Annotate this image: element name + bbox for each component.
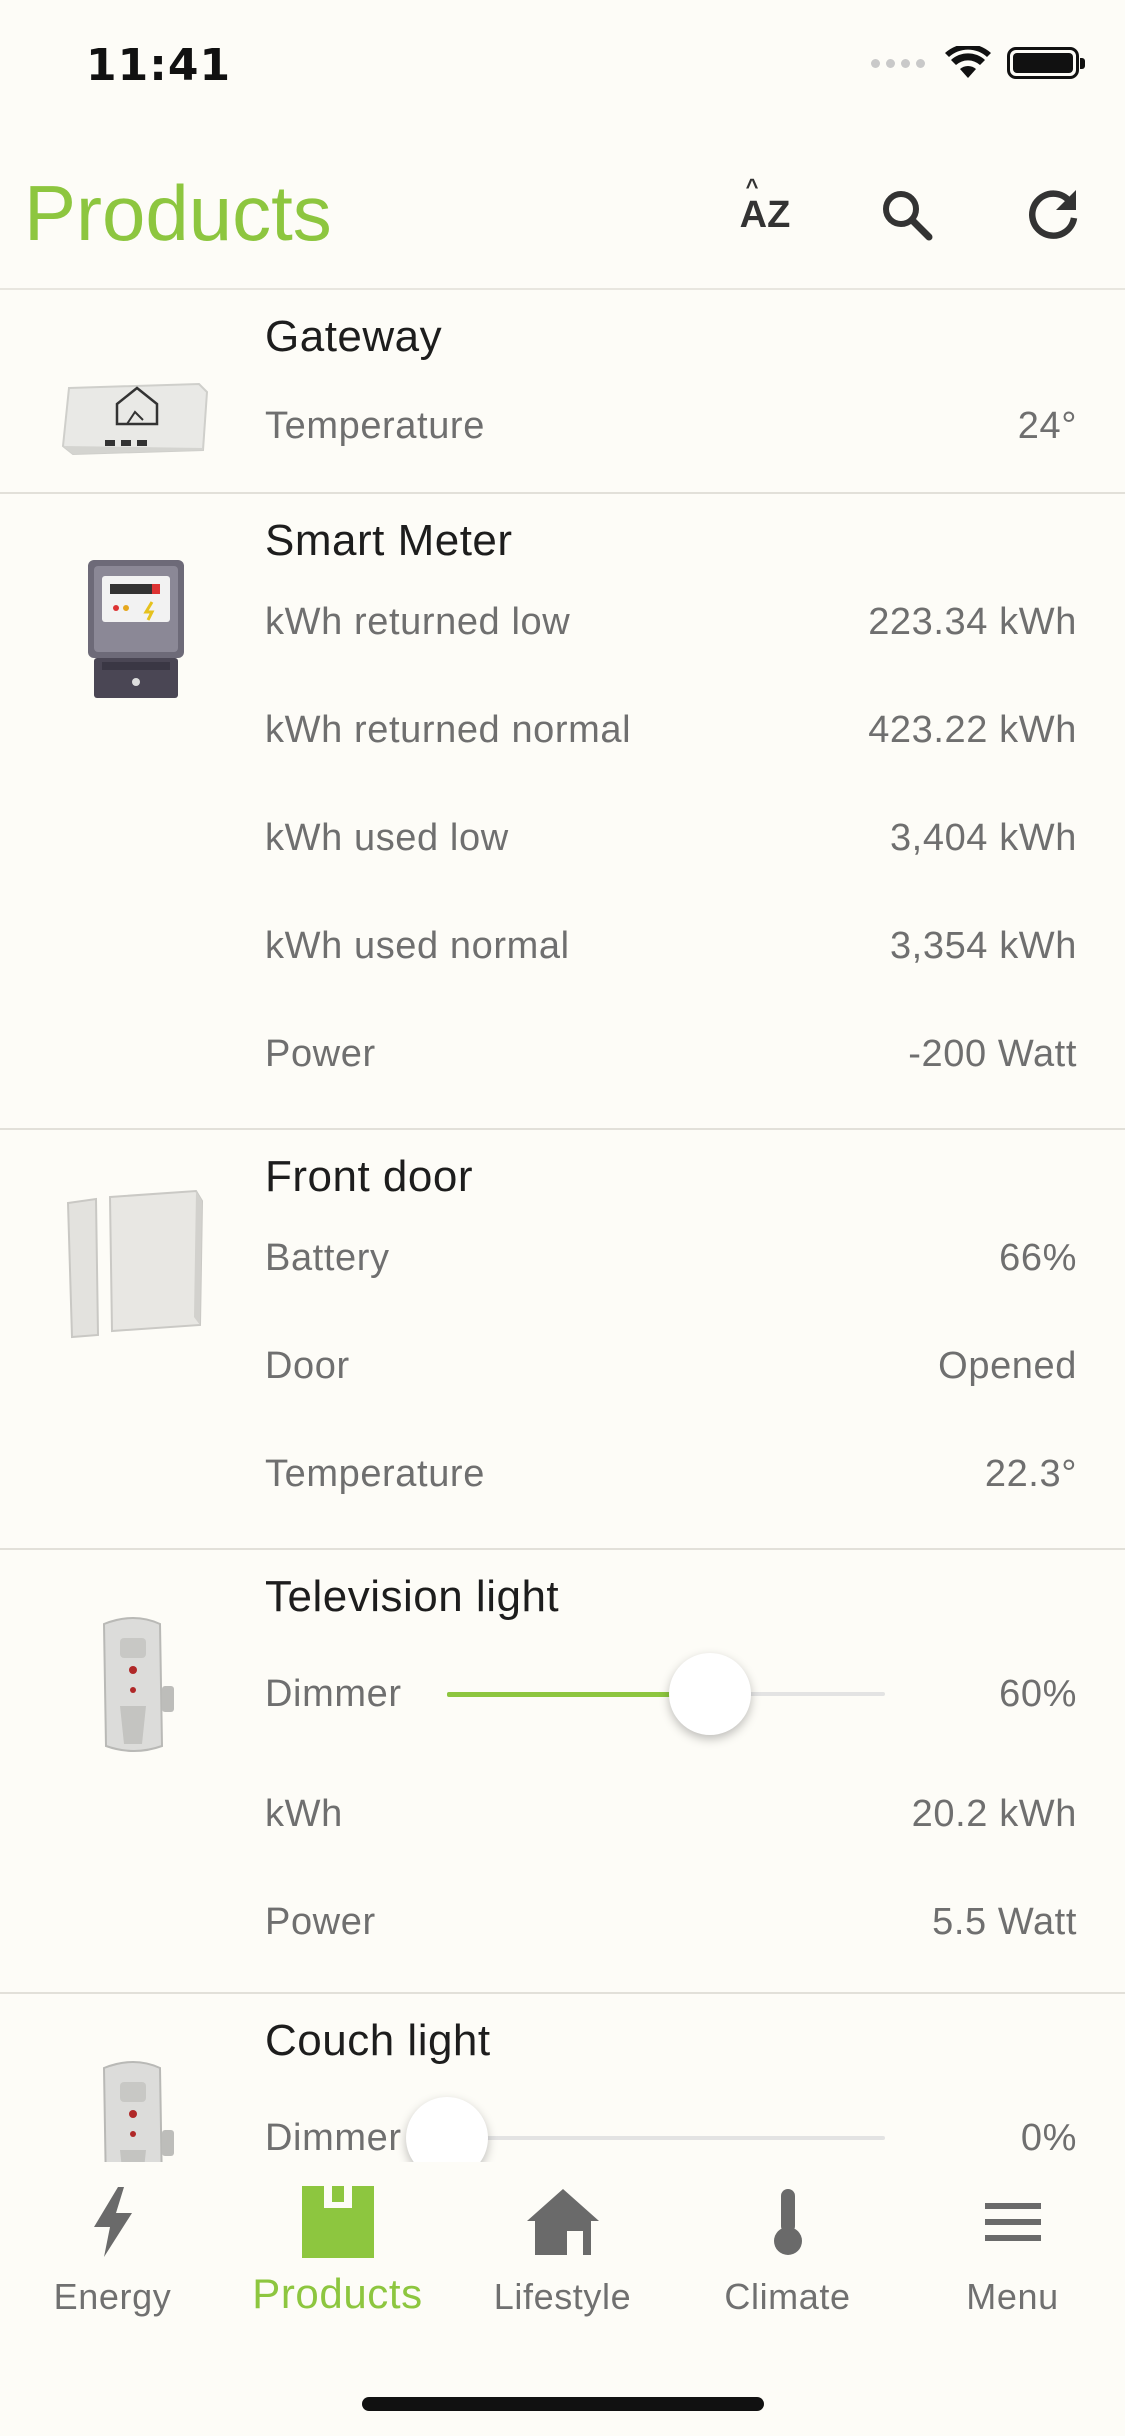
tab-products[interactable]: Products	[225, 2182, 450, 2332]
property-value: 24°	[1017, 404, 1077, 447]
dimmer-slider[interactable]	[406, 2097, 885, 2162]
property-value: 3,404 kWh	[889, 816, 1077, 859]
property-row: kWh 20.2 kWh	[265, 1784, 1077, 1844]
property-row: kWh returned low 223.34 kWh	[265, 592, 1077, 652]
tab-label: Climate	[724, 2276, 851, 2317]
gateway-image	[50, 330, 220, 500]
battery-icon	[1007, 47, 1085, 79]
product-name: Television light	[265, 1572, 560, 1621]
product-name: Couch light	[265, 2016, 491, 2065]
sort-az-icon: ^ AZ	[739, 173, 791, 236]
dimmer-value: 0%	[1020, 2116, 1077, 2159]
property-label: kWh returned normal	[265, 708, 632, 751]
product-name: Gateway	[265, 312, 443, 361]
status-icons	[871, 46, 1085, 80]
tab-label: Menu	[966, 2276, 1059, 2317]
tab-label: Lifestyle	[493, 2276, 632, 2317]
dimmer-slider[interactable]	[447, 1653, 885, 1735]
slider-thumb[interactable]	[406, 2097, 488, 2162]
tab-lifestyle[interactable]: Lifestyle	[450, 2182, 675, 2332]
screen: 11:41 Products ^ AZ Gateway Temperature …	[0, 0, 1125, 2436]
property-row: kWh used normal 3,354 kWh	[265, 916, 1077, 976]
product-card-front-door[interactable]: Front door Battery 66% Door Opened Tempe…	[0, 1130, 1125, 1550]
product-name: Smart Meter	[265, 516, 513, 565]
property-label: Door	[265, 1344, 350, 1387]
property-label: Temperature	[265, 404, 485, 447]
tab-label: Products	[252, 2270, 423, 2317]
product-list[interactable]: Gateway Temperature 24° Smart Meter kWh …	[0, 288, 1125, 2162]
property-value: 3,354 kWh	[889, 924, 1077, 967]
property-label: kWh returned low	[265, 600, 571, 643]
products-icon	[300, 2182, 376, 2262]
slider-track[interactable]	[447, 2136, 885, 2140]
property-row: Battery 66%	[265, 1228, 1077, 1288]
property-value: 423.22 kWh	[868, 708, 1077, 751]
slider-thumb[interactable]	[668, 1653, 751, 1735]
tab-label: Energy	[53, 2276, 172, 2317]
property-value: -200 Watt	[908, 1032, 1077, 1075]
property-row: Temperature 22.3°	[265, 1444, 1077, 1504]
status-time: 11:41	[86, 40, 232, 91]
property-label: kWh used normal	[265, 924, 570, 967]
tab-energy[interactable]: Energy	[0, 2182, 225, 2332]
status-bar: 11:41	[0, 0, 1125, 140]
property-value: 66%	[999, 1236, 1077, 1279]
home-indicator[interactable]	[362, 2397, 764, 2411]
product-card-gateway[interactable]: Gateway Temperature 24°	[0, 290, 1125, 494]
page-title: Products	[24, 169, 332, 257]
search-button[interactable]	[862, 170, 952, 260]
property-label: kWh used low	[265, 816, 509, 859]
dimmer-label: Dimmer	[265, 1672, 402, 1715]
lightning-icon	[88, 2182, 138, 2262]
property-label: Temperature	[265, 1452, 485, 1495]
property-row: kWh used low 3,404 kWh	[265, 808, 1077, 868]
header: Products ^ AZ	[0, 140, 1125, 290]
smart-plug-image	[50, 2044, 220, 2162]
property-label: Power	[265, 1032, 376, 1075]
refresh-icon	[1029, 190, 1078, 239]
dimmer-label: Dimmer	[265, 2116, 402, 2159]
door-sensor-image	[50, 1180, 220, 1350]
tab-bar: Energy Products Lifestyle Climate Menu	[0, 2162, 1125, 2436]
property-label: Power	[265, 1900, 376, 1943]
signal-icon	[871, 58, 925, 68]
smart-meter-image	[50, 544, 220, 714]
dimmer-value: 60%	[999, 1672, 1077, 1715]
tab-menu[interactable]: Menu	[900, 2182, 1125, 2332]
property-row: kWh returned normal 423.22 kWh	[265, 700, 1077, 760]
property-value: 20.2 kWh	[911, 1792, 1077, 1835]
property-row: Temperature 24°	[265, 396, 1077, 456]
search-icon	[883, 191, 933, 241]
house-icon	[525, 2182, 601, 2262]
sort-label: AZ	[739, 193, 791, 236]
property-value: Opened	[938, 1344, 1077, 1387]
product-card-smart-meter[interactable]: Smart Meter kWh returned low 223.34 kWh …	[0, 494, 1125, 1130]
property-label: kWh	[265, 1792, 343, 1835]
product-card-television-light[interactable]: Television light Dimmer 60% kWh 20.2 kWh…	[0, 1550, 1125, 1994]
property-value: 22.3°	[984, 1452, 1077, 1495]
property-value: 223.34 kWh	[868, 600, 1077, 643]
smart-plug-image	[50, 1600, 220, 1770]
property-row: Power 5.5 Watt	[265, 1892, 1077, 1952]
property-value: 5.5 Watt	[932, 1900, 1077, 1943]
thermometer-icon	[768, 2182, 808, 2262]
property-row: Door Opened	[265, 1336, 1077, 1396]
product-name: Front door	[265, 1152, 473, 1201]
property-row: Power -200 Watt	[265, 1024, 1077, 1084]
refresh-button[interactable]	[1008, 170, 1098, 260]
property-label: Battery	[265, 1236, 390, 1279]
sort-az-button[interactable]: ^ AZ	[720, 170, 810, 260]
tab-climate[interactable]: Climate	[675, 2182, 900, 2332]
wifi-icon	[945, 46, 991, 78]
hamburger-icon	[983, 2182, 1043, 2262]
product-card-couch-light[interactable]: Couch light Dimmer 0%	[0, 1994, 1125, 2162]
